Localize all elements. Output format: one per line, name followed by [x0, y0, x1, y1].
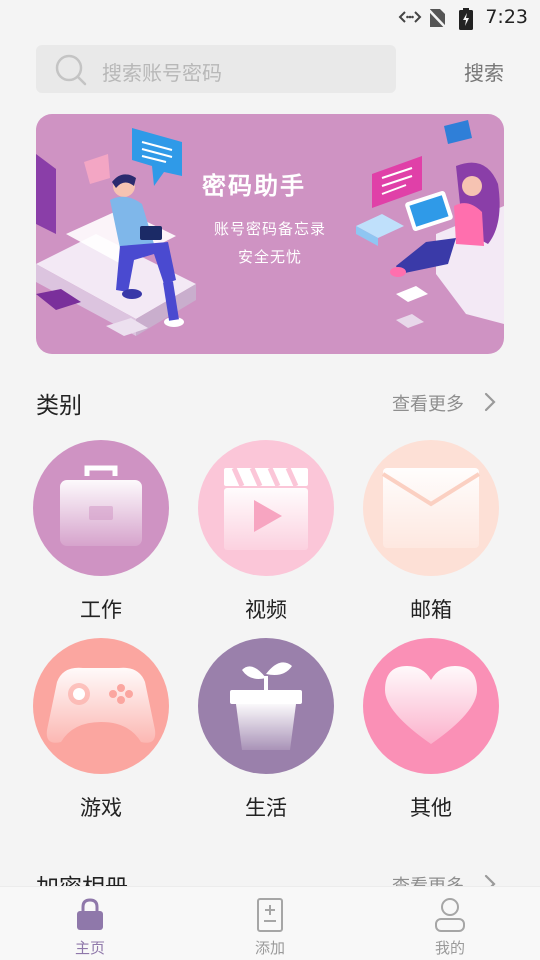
- category-label: 视频: [245, 598, 287, 622]
- category-work[interactable]: 工作: [33, 440, 169, 626]
- promo-banner[interactable]: 密码助手 账号密码备忘录 安全无忧: [36, 114, 504, 354]
- network-activity-icon: [398, 8, 422, 30]
- battery-charging-icon: [459, 8, 473, 34]
- heart-icon: [363, 638, 499, 774]
- nav-home[interactable]: 主页: [30, 887, 150, 960]
- nav-label: 我的: [434, 939, 465, 957]
- category-life[interactable]: 生活: [198, 638, 334, 824]
- search-placeholder: 搜索账号密码: [102, 61, 222, 85]
- search-button[interactable]: 搜索: [464, 57, 504, 86]
- lock-icon: [74, 897, 106, 935]
- nav-profile[interactable]: 我的: [390, 887, 510, 960]
- profile-icon: [434, 897, 466, 937]
- gamepad-icon: [33, 638, 169, 774]
- banner-subtitle-2: 安全无忧: [238, 248, 303, 266]
- mail-icon: [363, 440, 499, 576]
- nav-label: 主页: [74, 939, 105, 957]
- categories-header: 类别 查看更多: [36, 386, 504, 419]
- category-label: 其他: [410, 796, 452, 820]
- chevron-right-icon[interactable]: [484, 392, 496, 416]
- category-label: 邮箱: [410, 598, 452, 622]
- no-sim-icon: [427, 8, 447, 32]
- section-title: 类别: [36, 393, 82, 419]
- nav-add[interactable]: 添加: [210, 887, 330, 960]
- add-note-icon: [254, 897, 286, 937]
- category-other[interactable]: 其他: [363, 638, 499, 824]
- search-row: 搜索账号密码 搜索: [36, 45, 504, 93]
- category-label: 工作: [80, 598, 122, 622]
- search-input[interactable]: 搜索账号密码: [36, 45, 396, 93]
- search-icon: [54, 53, 88, 91]
- banner-subtitle: 账号密码备忘录: [214, 220, 327, 238]
- status-bar: 7:23: [0, 0, 540, 36]
- view-more-link[interactable]: 查看更多: [392, 390, 464, 416]
- nav-label: 添加: [254, 939, 285, 957]
- category-label: 生活: [245, 796, 287, 820]
- briefcase-icon: [33, 440, 169, 576]
- category-mail[interactable]: 邮箱: [363, 440, 499, 626]
- category-game[interactable]: 游戏: [33, 638, 169, 824]
- bottom-nav: 主页 添加 我的: [0, 886, 540, 960]
- plant-icon: [198, 638, 334, 774]
- video-icon: [198, 440, 334, 576]
- category-video[interactable]: 视频: [198, 440, 334, 626]
- banner-title: 密码助手: [202, 172, 306, 200]
- category-label: 游戏: [80, 796, 122, 820]
- clock: 7:23: [485, 6, 528, 28]
